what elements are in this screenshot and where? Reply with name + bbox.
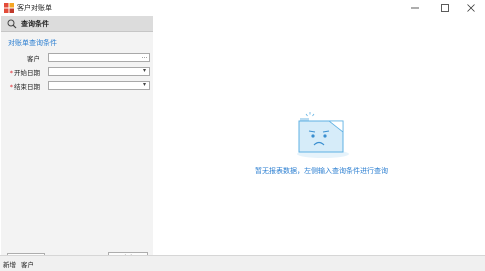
query-panel-header: 查询条件 bbox=[1, 16, 153, 32]
end-date-label: *结束日期 bbox=[9, 83, 40, 91]
title-bar: 客户对账单 bbox=[0, 0, 485, 16]
close-button[interactable] bbox=[457, 0, 485, 16]
search-icon bbox=[7, 19, 17, 29]
required-mark: * bbox=[9, 83, 13, 91]
report-area: 暂无报表数据，左侧输入查询条件进行查询 bbox=[159, 16, 484, 255]
maximize-button[interactable] bbox=[431, 0, 459, 16]
status-item-customer[interactable]: 客户 bbox=[21, 259, 34, 269]
end-date-field[interactable]: ▾ bbox=[48, 81, 150, 90]
start-date-label: *开始日期 bbox=[9, 69, 40, 77]
section-title: 对账单查询条件 bbox=[8, 39, 57, 47]
chevron-down-icon[interactable]: ▾ bbox=[140, 82, 149, 89]
close-icon bbox=[467, 4, 475, 12]
customer-label: 客户 bbox=[27, 55, 40, 63]
query-panel-title: 查询条件 bbox=[21, 20, 49, 28]
status-bar: 新增 客户 bbox=[0, 255, 485, 271]
empty-message: 暂无报表数据，左侧输入查询条件进行查询 bbox=[255, 167, 388, 175]
query-panel: 查询条件 对账单查询条件 客户 ... *开始日期 ▾ *结束日期 ▾ 帮助 确… bbox=[1, 16, 153, 265]
empty-folder-icon bbox=[297, 112, 349, 158]
status-item-new[interactable]: 新增 bbox=[3, 259, 16, 269]
maximize-icon bbox=[441, 4, 449, 12]
app-icon bbox=[4, 3, 14, 13]
ellipsis-button[interactable]: ... bbox=[140, 54, 149, 61]
query-form: 对账单查询条件 客户 ... *开始日期 ▾ *结束日期 ▾ 帮助 确定 bbox=[1, 32, 153, 265]
required-mark: * bbox=[9, 69, 13, 77]
start-date-field[interactable]: ▾ bbox=[48, 67, 150, 76]
minimize-icon bbox=[411, 7, 419, 9]
customer-field[interactable]: ... bbox=[48, 53, 150, 62]
chevron-down-icon[interactable]: ▾ bbox=[140, 68, 149, 75]
window-title: 客户对账单 bbox=[17, 4, 52, 12]
minimize-button[interactable] bbox=[401, 0, 429, 16]
